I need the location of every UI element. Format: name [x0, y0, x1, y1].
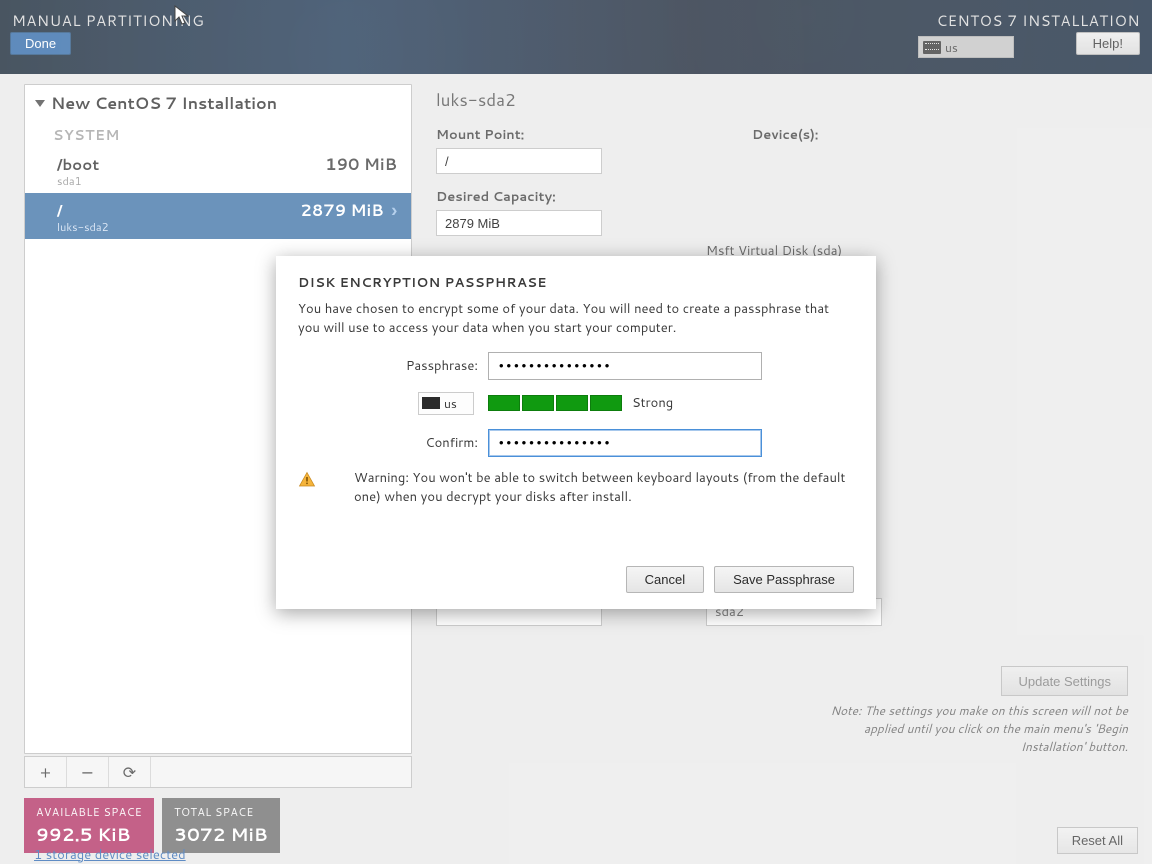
- save-passphrase-button[interactable]: Save Passphrase: [714, 566, 854, 593]
- confirm-row: Confirm:: [298, 429, 854, 457]
- confirm-label: Confirm:: [298, 434, 478, 452]
- passphrase-input[interactable]: [488, 352, 762, 380]
- keyboard-icon: [422, 397, 440, 409]
- dialog-keyboard-label: us: [444, 395, 457, 412]
- cancel-button[interactable]: Cancel: [626, 566, 704, 593]
- dialog-buttons: Cancel Save Passphrase: [298, 566, 854, 593]
- confirm-input[interactable]: [488, 429, 762, 457]
- dialog-keyboard-indicator[interactable]: us: [418, 392, 474, 415]
- passphrase-label: Passphrase:: [298, 357, 478, 375]
- strength-row: us Strong: [298, 392, 854, 415]
- password-strength-meter: [488, 395, 622, 411]
- meter-segment: [590, 395, 622, 411]
- meter-segment: [488, 395, 520, 411]
- warning-icon: [298, 471, 316, 489]
- strength-label: Strong: [632, 394, 673, 412]
- warning-text: Warning: You won't be able to switch bet…: [354, 469, 854, 507]
- meter-segment: [556, 395, 588, 411]
- dialog-title: DISK ENCRYPTION PASSPHRASE: [298, 274, 854, 292]
- encryption-passphrase-dialog: DISK ENCRYPTION PASSPHRASE You have chos…: [276, 256, 876, 609]
- passphrase-row: Passphrase:: [298, 352, 854, 380]
- warning-row: Warning: You won't be able to switch bet…: [298, 469, 854, 507]
- meter-segment: [522, 395, 554, 411]
- modal-overlay: DISK ENCRYPTION PASSPHRASE You have chos…: [0, 0, 1152, 864]
- dialog-intro: You have chosen to encrypt some of your …: [298, 300, 854, 338]
